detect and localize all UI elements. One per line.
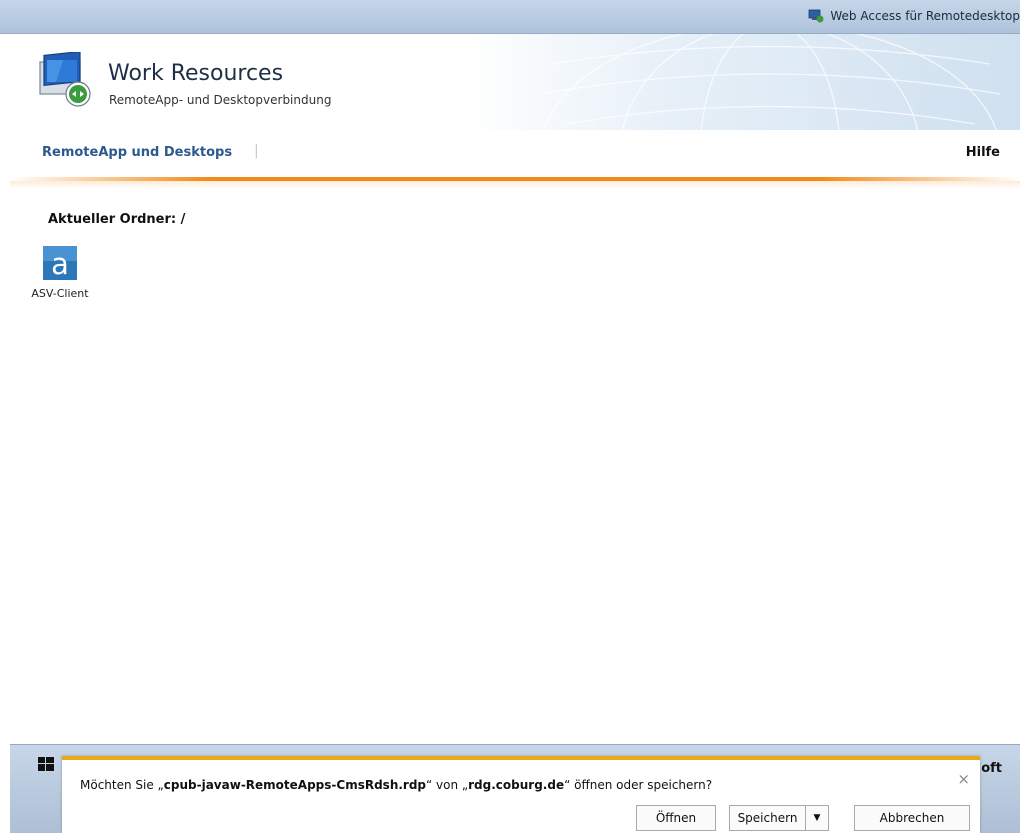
window-title: Web Access für Remotedesktop	[808, 9, 1020, 23]
save-button-label[interactable]: Speichern	[730, 811, 805, 825]
chevron-down-icon[interactable]: ▼	[805, 806, 828, 830]
orange-divider-glow	[10, 181, 1020, 189]
nav-separator: |	[254, 143, 259, 159]
page: Work Resources RemoteApp- und Desktopver…	[10, 34, 1020, 833]
svg-text:a: a	[51, 247, 69, 280]
open-button[interactable]: Öffnen	[636, 805, 716, 831]
remote-desktop-icon	[808, 9, 824, 23]
window-title-text: Web Access für Remotedesktop	[830, 9, 1020, 23]
download-notification-bar: Möchten Sie „cpub-javaw-RemoteApps-CmsRd…	[62, 756, 980, 833]
app-label: ASV-Client	[31, 287, 89, 300]
current-folder-label: Aktueller Ordner: /	[48, 212, 186, 227]
app-asv-client[interactable]: a ASV-Client	[30, 246, 90, 300]
remote-desktop-logo	[39, 52, 91, 107]
nav-bar: RemoteApp und Desktops | Hilfe	[10, 130, 1020, 178]
cancel-button[interactable]: Abbrechen	[854, 805, 970, 831]
browser-title-bar: Web Access für Remotedesktop	[0, 0, 1020, 34]
download-host: rdg.coburg.de	[468, 778, 565, 792]
brand-title: Work Resources	[108, 61, 284, 86]
asv-client-icon: a	[43, 246, 77, 280]
header-banner: Work Resources RemoteApp- und Desktopver…	[10, 34, 1020, 130]
windows-logo-icon	[38, 757, 54, 771]
footer-text: oft	[981, 761, 1002, 776]
nav-help-link[interactable]: Hilfe	[966, 145, 1000, 160]
close-icon[interactable]: ×	[957, 770, 970, 788]
download-message: Möchten Sie „cpub-javaw-RemoteApps-CmsRd…	[80, 778, 713, 792]
brand-subtitle: RemoteApp- und Desktopverbindung	[109, 93, 332, 107]
download-filename: cpub-javaw-RemoteApps-CmsRdsh.rdp	[163, 778, 427, 792]
nav-remoteapp-desktops[interactable]: RemoteApp und Desktops	[42, 145, 232, 160]
save-button[interactable]: Speichern ▼	[729, 805, 829, 831]
